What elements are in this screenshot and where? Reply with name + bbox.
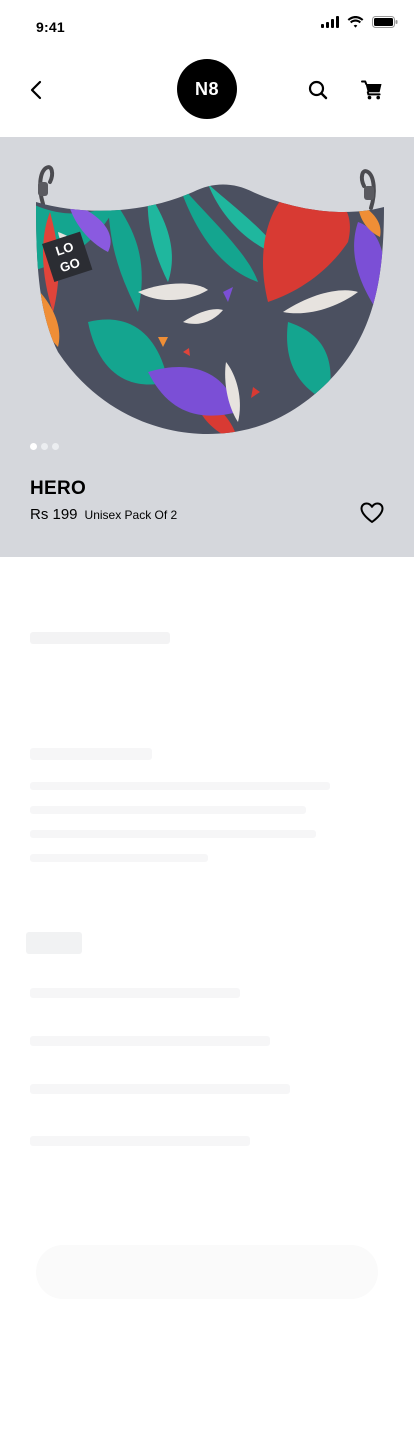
price-row: Rs 199 Unisex Pack Of 2 (30, 506, 177, 523)
placeholder-block (30, 748, 152, 760)
status-time: 9:41 (36, 19, 65, 35)
cart-icon (361, 80, 382, 100)
brand-logo[interactable]: N8 (177, 59, 237, 119)
placeholder-chip (26, 932, 82, 954)
placeholder-block (30, 988, 240, 998)
placeholder-button (36, 1245, 378, 1299)
product-image[interactable]: LO GO (28, 162, 390, 442)
product-hero: LO GO HERO Rs 199 Unisex Pack Of 2 (0, 137, 414, 557)
status-icons (321, 16, 398, 28)
placeholder-block (30, 854, 208, 862)
wishlist-button[interactable] (358, 499, 386, 527)
pagination-dot-active[interactable] (30, 443, 37, 450)
placeholder-block (30, 830, 316, 838)
search-button[interactable] (304, 76, 332, 104)
product-price: Rs 199 (30, 506, 78, 523)
chevron-left-icon (30, 80, 42, 100)
placeholder-block (30, 782, 330, 790)
app-header: N8 (0, 52, 414, 132)
pagination-dot[interactable] (52, 443, 59, 450)
wifi-icon (347, 16, 364, 28)
heart-outline-icon (360, 502, 384, 523)
image-pagination[interactable] (30, 443, 59, 450)
cart-button[interactable] (358, 76, 386, 104)
placeholder-block (30, 1084, 290, 1094)
battery-icon (372, 16, 398, 28)
placeholder-block (30, 806, 306, 814)
pagination-dot[interactable] (41, 443, 48, 450)
signal-icon (321, 16, 339, 28)
status-bar: 9:41 (0, 0, 414, 50)
search-icon (308, 80, 328, 100)
product-name: HERO (30, 478, 87, 499)
product-detail-screen: 9:41 N8 LO GO HERO Rs 199 Unisex Pack Of… (0, 0, 414, 1447)
placeholder-block (30, 632, 170, 644)
product-pack-info: Unisex Pack Of 2 (84, 508, 178, 522)
placeholder-block (30, 1136, 250, 1146)
placeholder-block (30, 1036, 270, 1046)
back-button[interactable] (22, 76, 50, 104)
